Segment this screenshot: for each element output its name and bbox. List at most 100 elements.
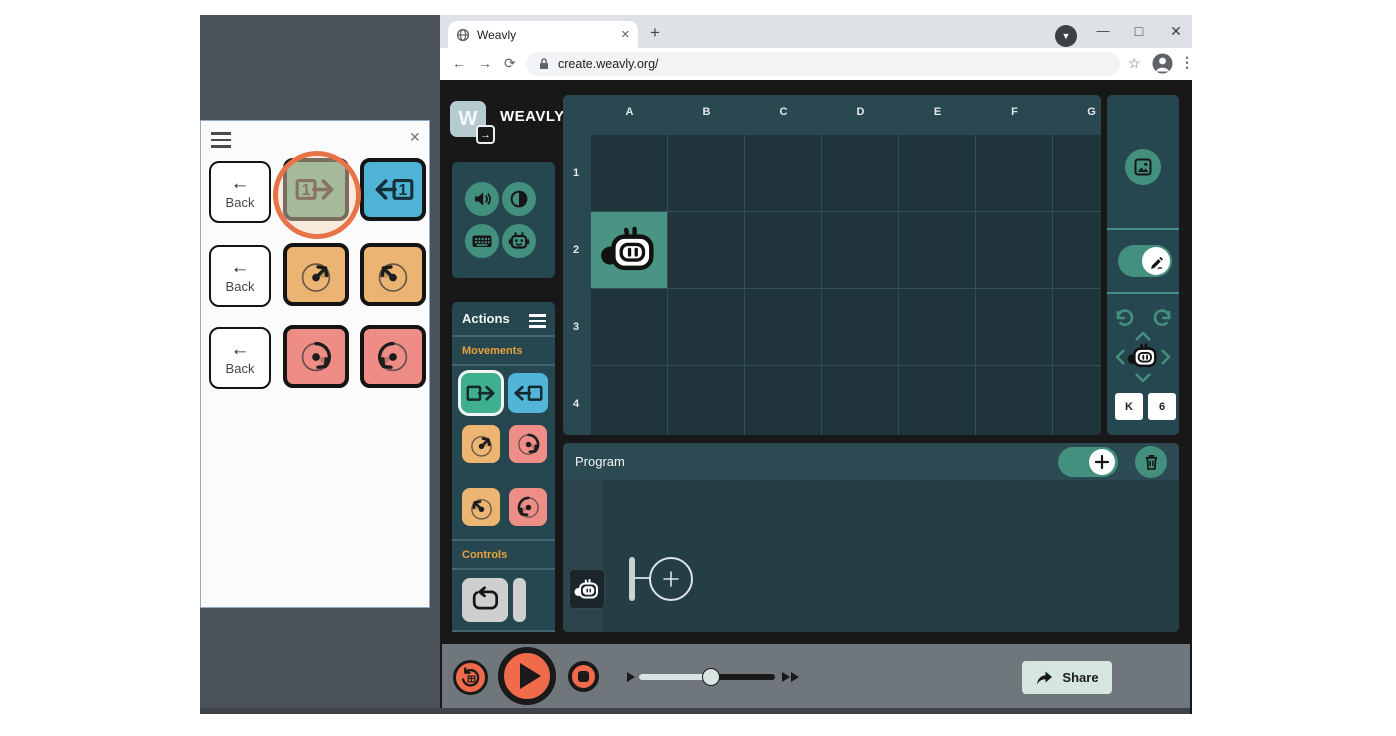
grid-cell: [822, 212, 898, 288]
overlay-close-icon[interactable]: ✕: [409, 129, 421, 146]
delete-all-button[interactable]: [1135, 446, 1167, 478]
audio-feedback-button[interactable]: [465, 182, 499, 216]
robot-position-icon: [1127, 342, 1159, 370]
browser-menu-icon[interactable]: ⋮: [1180, 54, 1194, 71]
turn-right-90-icon: [512, 428, 545, 461]
refresh-icon: [460, 667, 481, 688]
grid-column-header: D: [822, 103, 899, 121]
back-nav-icon[interactable]: ←: [452, 55, 466, 71]
window-close-button[interactable]: ✕: [1165, 23, 1187, 40]
turn-character-left-icon[interactable]: [1114, 309, 1136, 327]
action-turn-left-90-button[interactable]: [509, 488, 547, 526]
overlay-backward-1-button[interactable]: 1: [360, 158, 426, 221]
program-title: Program: [575, 454, 625, 469]
overlay-turn-right-45-button[interactable]: [283, 243, 349, 306]
grid-column-header: C: [745, 103, 822, 121]
share-icon: [1035, 669, 1053, 686]
divider: [452, 568, 555, 570]
reload-icon[interactable]: ⟳: [504, 55, 516, 72]
control-loop-button[interactable]: [462, 578, 508, 622]
tab-close-icon[interactable]: ✕: [621, 28, 630, 41]
speed-slider-thumb[interactable]: [702, 668, 720, 686]
turn-left-45-icon: [370, 252, 416, 298]
plus-icon: [1089, 449, 1115, 475]
control-loop-end-piece[interactable]: [513, 578, 526, 622]
grid-cell: [976, 289, 1052, 365]
add-node-toggle[interactable]: [1058, 447, 1118, 477]
play-button[interactable]: [498, 647, 556, 705]
scene-panel: A B C D E F G 1 2 3 4: [563, 95, 1101, 435]
overlay-turn-left-45-button[interactable]: [360, 243, 426, 306]
draw-mode-toggle[interactable]: [1118, 245, 1172, 277]
position-row-input[interactable]: 6: [1148, 393, 1176, 420]
grid-cell: [822, 289, 898, 365]
add-step-button[interactable]: [649, 557, 693, 601]
new-tab-button[interactable]: +: [650, 23, 660, 43]
actions-menu-icon[interactable]: [529, 314, 546, 328]
character-select-button[interactable]: [502, 224, 536, 258]
move-character-up-icon[interactable]: [1134, 331, 1152, 342]
grid-row-header: 2: [567, 212, 585, 288]
play-icon: [520, 663, 541, 689]
move-character-right-icon[interactable]: [1160, 348, 1171, 366]
move-character-down-icon[interactable]: [1134, 372, 1152, 383]
action-turn-right-90-button[interactable]: [509, 425, 547, 463]
browser-tab[interactable]: Weavly ✕: [448, 21, 638, 48]
grid-column-header: A: [591, 103, 668, 121]
share-label: Share: [1062, 670, 1098, 685]
overlay-menu-icon[interactable]: [211, 132, 231, 152]
window-minimize-button[interactable]: —: [1092, 23, 1114, 38]
scene-tools-sidebar: K 6: [1107, 95, 1179, 435]
grid-cell: [745, 212, 821, 288]
background-picker-button[interactable]: [1125, 149, 1161, 185]
turn-right-45-icon: [465, 428, 498, 461]
address-bar[interactable]: create.weavly.org/: [526, 52, 1120, 76]
window-maximize-button[interactable]: □: [1128, 23, 1150, 39]
back-label: Back: [226, 195, 255, 210]
action-turn-right-45-button[interactable]: [462, 425, 500, 463]
grid-cell-character: [591, 212, 667, 288]
grid-cell: [668, 289, 744, 365]
share-button[interactable]: Share: [1022, 661, 1112, 694]
backward-icon: [511, 376, 545, 410]
grid-cell: [899, 135, 975, 211]
scene-grid[interactable]: [591, 135, 1101, 435]
grid-cell: [822, 366, 898, 435]
divider: [452, 364, 555, 366]
stop-button[interactable]: [568, 661, 599, 692]
grid-row-header: 3: [567, 289, 585, 365]
action-backward-button[interactable]: [508, 373, 548, 413]
grid-cell: [899, 212, 975, 288]
forward-nav-icon[interactable]: →: [478, 55, 492, 71]
grid-cell: [976, 366, 1052, 435]
position-column-input[interactable]: K: [1115, 393, 1143, 420]
action-forward-button[interactable]: [461, 373, 501, 413]
turn-left-45-icon: [465, 491, 498, 524]
refresh-scene-button[interactable]: [453, 660, 488, 695]
screenshot-root: Weavly ✕ + ▼ — □ ✕ ← → ⟳ create.weavly.o…: [0, 0, 1396, 736]
turn-character-right-icon[interactable]: [1151, 309, 1173, 327]
browser-update-icon[interactable]: ▼: [1055, 25, 1077, 47]
theme-contrast-button[interactable]: [502, 182, 536, 216]
bookmark-star-icon[interactable]: ☆: [1128, 55, 1141, 72]
turn-left-90-icon: [370, 334, 416, 380]
overlay-turn-right-90-button[interactable]: [283, 325, 349, 388]
lock-icon: [538, 57, 550, 71]
overlay-forward-1-button[interactable]: 1: [283, 158, 349, 221]
action-turn-left-45-button[interactable]: [462, 488, 500, 526]
keyboard-shortcuts-button[interactable]: [465, 224, 499, 258]
grid-column-header: B: [668, 103, 745, 121]
overlay-turn-left-90-button[interactable]: [360, 325, 426, 388]
browser-window: Weavly ✕ + ▼ — □ ✕ ← → ⟳ create.weavly.o…: [440, 15, 1192, 714]
overlay-back-button-2[interactable]: ← Back: [209, 245, 271, 307]
grid-cell: [899, 366, 975, 435]
tab-title: Weavly: [477, 28, 621, 42]
move-character-left-icon[interactable]: [1115, 348, 1126, 366]
overlay-back-button-3[interactable]: ← Back: [209, 327, 271, 389]
overlay-back-button-1[interactable]: ← Back: [209, 161, 271, 223]
program-start-marker: [629, 557, 635, 601]
turn-right-45-icon: [293, 252, 339, 298]
profile-avatar-icon[interactable]: [1152, 53, 1173, 74]
back-arrow-icon: ←: [231, 259, 250, 277]
grid-cell: [591, 366, 667, 435]
